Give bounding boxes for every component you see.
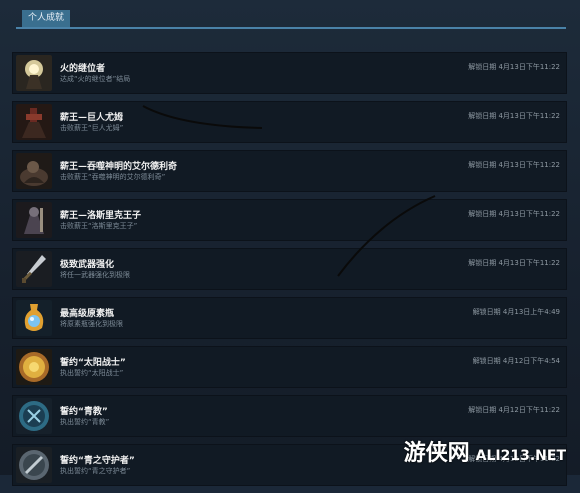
achievement-row[interactable]: 火的继位者 达成“火的继位者”结局 解锁日期 4月13日下午11:22 xyxy=(12,52,567,94)
achievement-row[interactable]: 誓约“青教” 执出誓约“青教” 解锁日期 4月12日下午11:22 xyxy=(12,395,567,437)
sword-icon xyxy=(16,251,52,287)
achievement-row[interactable]: 最高级原素瓶 将原素瓶强化到极限 解锁日期 4月13日上午4:49 xyxy=(12,297,567,339)
achievements-page: 个人成就 火的继位者 达成“火的继位者”结局 解锁日期 4月13日下午11:22… xyxy=(0,0,580,486)
unlock-date: 解锁日期 4月13日下午11:22 xyxy=(468,161,560,169)
achievement-description: 击败薪王“吞噬神明的艾尔德利奇” xyxy=(60,173,166,181)
unlock-date: 解锁日期 4月12日下午11:22 xyxy=(468,406,560,414)
achievement-row[interactable]: 誓约“太阳战士” 执出誓约“太阳战士” 解锁日期 4月12日下午4:54 xyxy=(12,346,567,388)
achievement-row[interactable]: 薪王—吞噬神明的艾尔德利奇 击败薪王“吞噬神明的艾尔德利奇” 解锁日期 4月13… xyxy=(12,150,567,192)
lothric-icon xyxy=(16,202,52,238)
achievement-row[interactable]: 极致武器强化 将任一武器强化到极限 解锁日期 4月13日下午11:22 xyxy=(12,248,567,290)
unlock-date: 解锁日期 4月13日下午11:22 xyxy=(468,63,560,71)
achievement-title: 最高级原素瓶 xyxy=(60,309,115,319)
achievement-description: 击败薪王“巨人尤姆” xyxy=(60,124,124,132)
site-watermark: 游侠网 ALI213.NET xyxy=(404,435,566,467)
achievement-title: 极致武器强化 xyxy=(60,260,115,270)
achievement-description: 执出誓约“太阳战士” xyxy=(60,369,124,377)
achievement-title: 誓约“太阳战士” xyxy=(60,358,126,368)
unlock-date: 解锁日期 4月13日上午4:49 xyxy=(472,308,560,316)
tab-underline xyxy=(16,27,566,29)
blade-medal-icon xyxy=(16,447,52,483)
achievement-list: 火的继位者 达成“火的继位者”结局 解锁日期 4月13日下午11:22 薪王—巨… xyxy=(12,52,567,493)
watermark-cn: 游侠网 xyxy=(403,441,470,466)
achievement-description: 击败薪王“洛斯里克王子” xyxy=(60,222,138,230)
sun-medal-icon xyxy=(16,349,52,385)
unlock-date: 解锁日期 4月13日下午11:22 xyxy=(468,210,560,218)
unlock-date: 解锁日期 4月12日下午4:54 xyxy=(472,357,560,365)
achievement-title: 薪王—洛斯里克王子 xyxy=(60,211,142,221)
blue-medal-icon xyxy=(16,398,52,434)
achievement-row[interactable]: 薪王—洛斯里克王子 击败薪王“洛斯里克王子” 解锁日期 4月13日下午11:22 xyxy=(12,199,567,241)
fire-successor-icon xyxy=(16,55,52,91)
unlock-date: 解锁日期 4月13日下午11:22 xyxy=(468,259,560,267)
watermark-en: ALI213.NET xyxy=(475,448,566,464)
tab-personal-achievements[interactable]: 个人成就 xyxy=(22,10,71,27)
yhorm-icon xyxy=(16,104,52,140)
achievement-description: 将任一武器强化到极限 xyxy=(60,271,130,279)
achievement-description: 执出誓约“青教” xyxy=(60,418,110,426)
achievement-title: 薪王—吞噬神明的艾尔德利奇 xyxy=(60,162,178,172)
aldrich-icon xyxy=(16,153,52,189)
achievement-title: 薪王—巨人尤姆 xyxy=(60,113,124,123)
achievement-description: 将原素瓶强化到极限 xyxy=(60,320,123,328)
achievement-title: 誓约“青之守护者” xyxy=(60,456,135,466)
achievement-title: 火的继位者 xyxy=(60,64,106,74)
achievement-description: 达成“火的继位者”结局 xyxy=(60,75,131,83)
achievement-row[interactable]: 薪王—巨人尤姆 击败薪王“巨人尤姆” 解锁日期 4月13日下午11:22 xyxy=(12,101,567,143)
unlock-date: 解锁日期 4月13日下午11:22 xyxy=(468,112,560,120)
achievement-title: 誓约“青教” xyxy=(60,407,108,417)
estus-icon xyxy=(16,300,52,336)
